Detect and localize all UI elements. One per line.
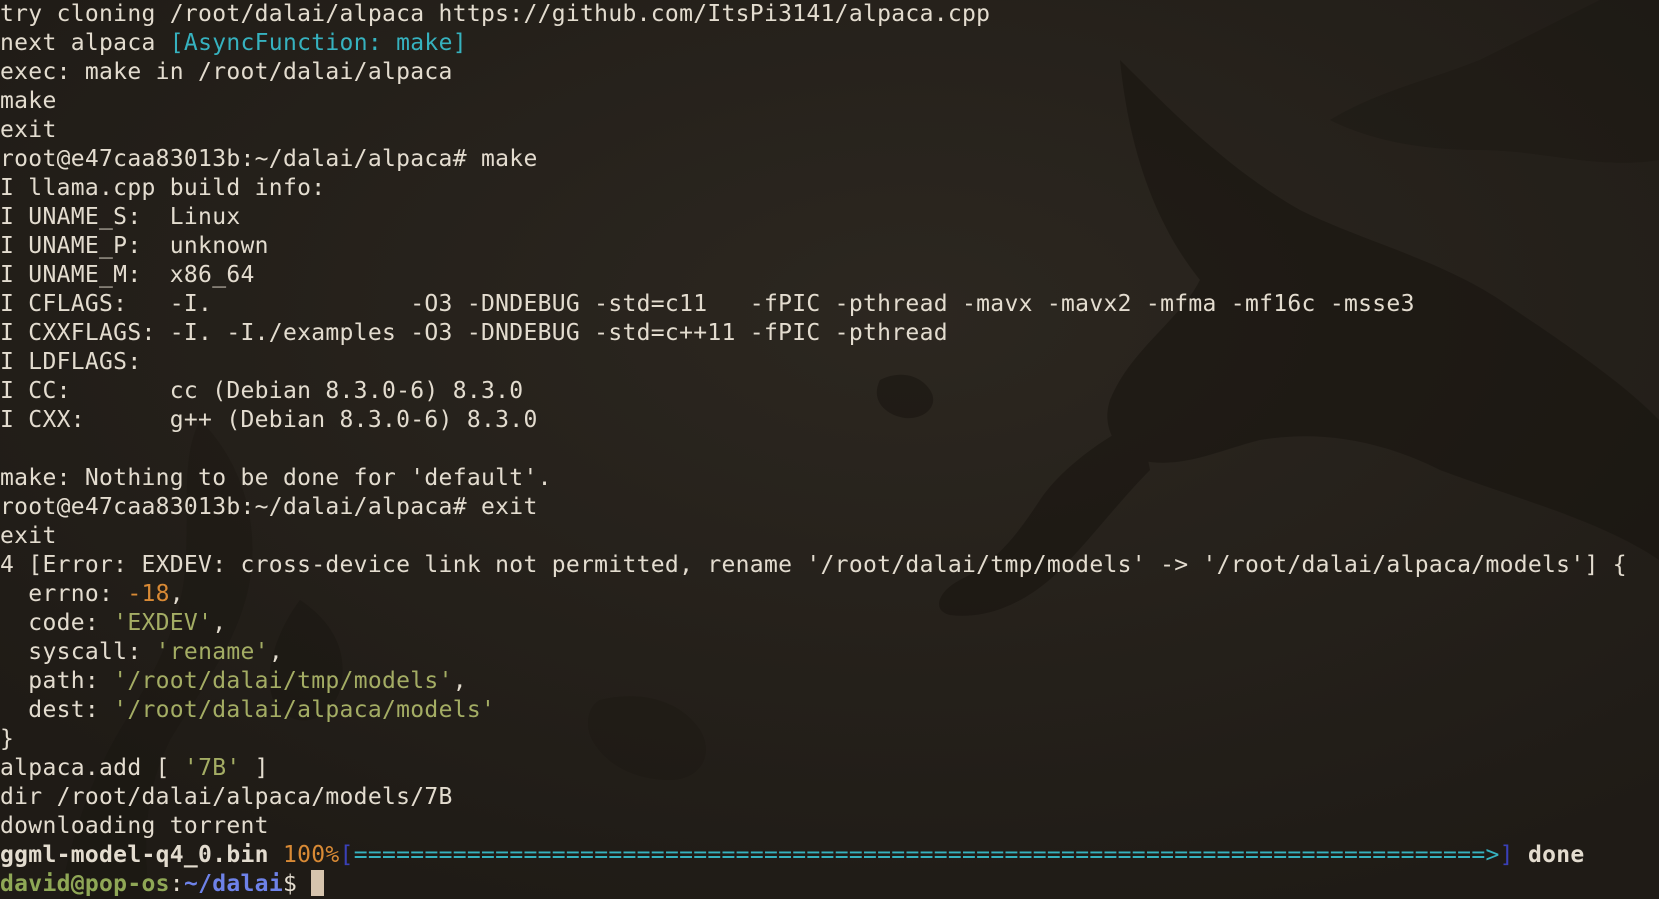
terminal-line: } xyxy=(0,726,15,752)
terminal-line: downloading torrent xyxy=(0,813,269,839)
error-field-code: code: 'EXDEV', xyxy=(0,610,227,636)
text-cursor[interactable] xyxy=(311,870,325,896)
terminal-line: I CFLAGS: -I. -O3 -DNDEBUG -std=c11 -fPI… xyxy=(0,291,1415,317)
error-field-errno: errno: -18, xyxy=(0,581,184,607)
error-field-dest: dest: '/root/dalai/alpaca/models' xyxy=(0,697,496,723)
terminal-line: try cloning /root/dalai/alpaca https://g… xyxy=(0,1,991,27)
terminal-line: I CXX: g++ (Debian 8.3.0-6) 8.3.0 xyxy=(0,407,538,433)
terminal-line: exit xyxy=(0,523,57,549)
terminal-line: make xyxy=(0,88,57,114)
terminal-line: root@e47caa83013b:~/dalai/alpaca# make xyxy=(0,146,538,172)
prompt-path: ~/dalai xyxy=(183,871,283,897)
terminal-line: I UNAME_S: Linux xyxy=(0,204,241,230)
terminal-line: root@e47caa83013b:~/dalai/alpaca# exit xyxy=(0,494,538,520)
progress-filename: ggml-model-q4_0.bin xyxy=(0,842,269,868)
terminal-line: alpaca.add [ '7B' ] xyxy=(0,755,269,781)
progress-percent: 100% xyxy=(282,842,340,868)
terminal-line: I UNAME_M: x86_64 xyxy=(0,262,255,288)
shell-prompt[interactable]: david@pop-os:~/dalai$ xyxy=(0,870,325,899)
prompt-user-host: david@pop-os xyxy=(0,871,170,897)
terminal-line: I CXXFLAGS: -I. -I./examples -O3 -DNDEBU… xyxy=(0,320,948,346)
terminal-line: I UNAME_P: unknown xyxy=(0,233,269,259)
terminal-line: exec: make in /root/dalai/alpaca xyxy=(0,59,453,85)
terminal-line: next alpaca [AsyncFunction: make] xyxy=(0,30,467,56)
terminal-output[interactable]: try cloning /root/dalai/alpaca https://g… xyxy=(0,0,1659,899)
terminal-line: I LDFLAGS: xyxy=(0,349,142,375)
terminal-line: I CC: cc (Debian 8.3.0-6) 8.3.0 xyxy=(0,378,524,404)
progress-bar: ========================================… xyxy=(353,842,1500,868)
error-field-path: path: '/root/dalai/tmp/models', xyxy=(0,668,467,694)
error-line: 4 [Error: EXDEV: cross-device link not p… xyxy=(0,552,1627,578)
error-field-syscall: syscall: 'rename', xyxy=(0,639,283,665)
download-progress: ggml-model-q4_0.bin 100%[===============… xyxy=(0,842,1585,868)
progress-status: done xyxy=(1527,842,1585,868)
terminal-line: dir /root/dalai/alpaca/models/7B xyxy=(0,784,453,810)
terminal-line: I llama.cpp build info: xyxy=(0,175,326,201)
terminal-line: exit xyxy=(0,117,57,143)
terminal-line: make: Nothing to be done for 'default'. xyxy=(0,465,552,491)
